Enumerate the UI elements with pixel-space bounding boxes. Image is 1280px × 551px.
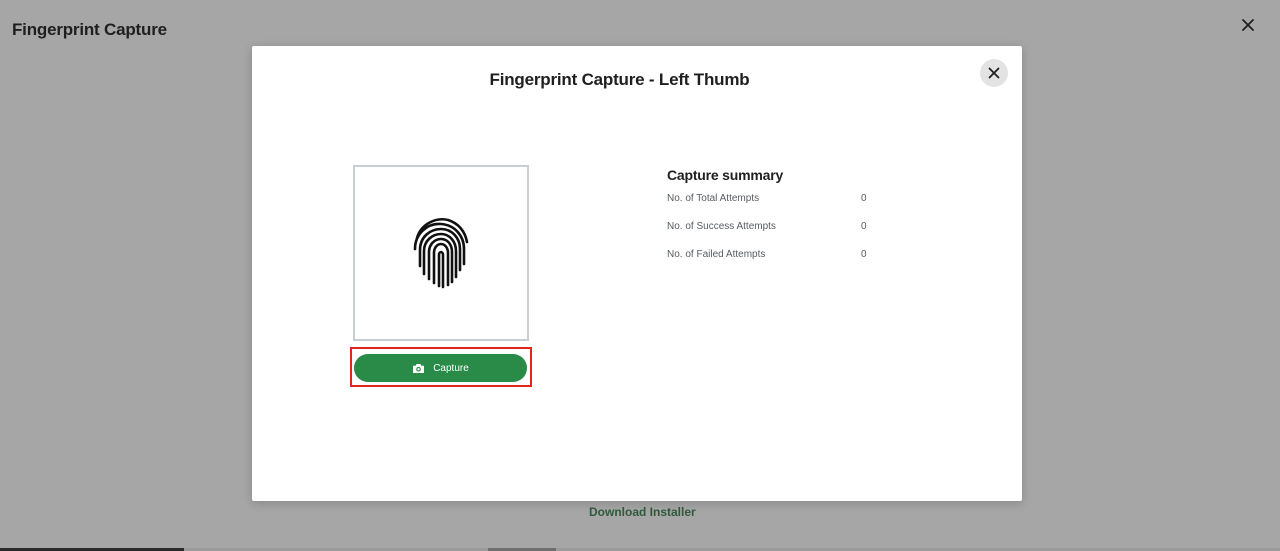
page-title: Fingerprint Capture bbox=[12, 20, 167, 39]
summary-title: Capture summary bbox=[667, 167, 784, 183]
summary-value: 0 bbox=[861, 193, 867, 204]
summary-label: No. of Failed Attempts bbox=[667, 249, 766, 260]
page-close-button[interactable] bbox=[1238, 15, 1258, 35]
capture-button-label: Capture bbox=[433, 362, 469, 374]
modal-close-button[interactable] bbox=[980, 59, 1008, 87]
summary-row-total: No. of Total Attempts 0 bbox=[667, 193, 907, 221]
summary-value: 0 bbox=[861, 249, 867, 260]
close-icon bbox=[1242, 19, 1254, 31]
download-installer-link[interactable]: Download Installer bbox=[589, 505, 696, 519]
summary-label: No. of Total Attempts bbox=[667, 193, 760, 204]
summary-row-success: No. of Success Attempts 0 bbox=[667, 221, 907, 249]
page: Fingerprint Capture Download Installer F… bbox=[0, 0, 1280, 551]
close-icon bbox=[988, 67, 1000, 79]
fingerprint-capture-modal: Fingerprint Capture - Left Thumb Capture… bbox=[252, 46, 1022, 501]
summary-label: No. of Success Attempts bbox=[667, 221, 776, 232]
capture-button[interactable]: Capture bbox=[354, 354, 527, 382]
camera-icon bbox=[413, 363, 425, 373]
modal-title: Fingerprint Capture - Left Thumb bbox=[489, 70, 750, 89]
fingerprint-icon bbox=[413, 218, 469, 289]
summary-value: 0 bbox=[861, 221, 867, 232]
fingerprint-preview bbox=[353, 165, 529, 341]
capture-summary: Capture summary No. of Total Attempts 0 … bbox=[667, 167, 907, 277]
summary-row-failed: No. of Failed Attempts 0 bbox=[667, 249, 907, 277]
